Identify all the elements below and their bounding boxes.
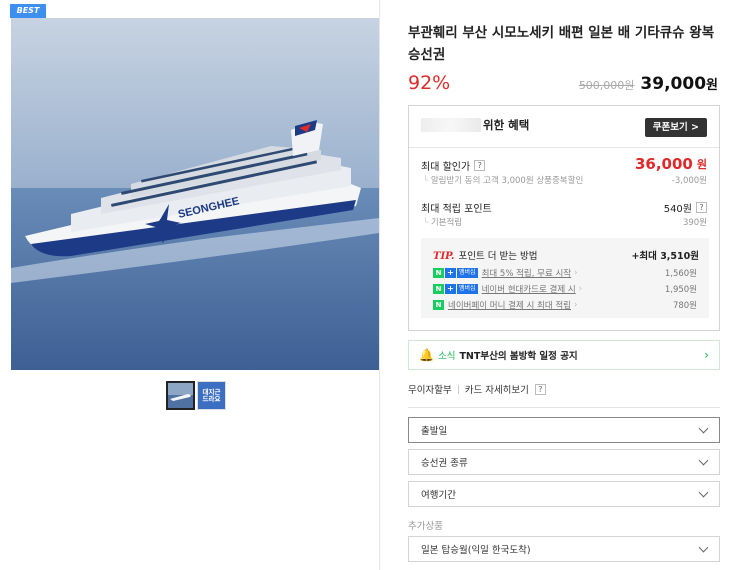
plus-icon: + — [445, 268, 456, 278]
addon-label: 추가상품 — [408, 521, 443, 532]
chevron-down-icon — [698, 423, 709, 433]
max-discount-unit: 원 — [696, 158, 707, 171]
thumbnail-banner[interactable]: 대지근 드라요 — [197, 381, 226, 410]
max-points-label-text: 최대 적립 포인트 — [421, 204, 492, 215]
price-row: 500,000원 39,000원 — [579, 74, 718, 94]
base-points-subvalue: 390원 — [682, 218, 707, 228]
sale-price-unit: 원 — [706, 78, 718, 93]
benefit-header: 위한 혜택 — [421, 117, 529, 133]
max-discount-value-row: 36,000 원 — [635, 155, 707, 173]
tip-box: TIP. 포인트 더 받는 방법 +최대 3,510원 N + 멤버십 최대 5… — [421, 238, 709, 318]
naver-icon: N — [433, 268, 444, 278]
help-icon[interactable]: ? — [474, 160, 486, 171]
payment-info-row: 무이자할부 카드 자세히보기 ? — [408, 382, 546, 396]
divider — [409, 147, 719, 148]
base-points-sub: 기본적립 — [423, 216, 462, 228]
travel-period-label: 여행기간 — [421, 490, 456, 501]
card-detail-link[interactable]: 카드 자세히보기 — [465, 382, 529, 396]
travel-period-select[interactable]: 여행기간 — [408, 481, 720, 507]
membership-badge: 멤버십 — [457, 268, 478, 278]
sale-price-value: 39,000 — [640, 74, 707, 94]
store-notice-bar[interactable]: 🔔 소식 TNT부산의 봄방학 일정 공지 › — [408, 340, 720, 370]
installment-text: 무이자할부 — [408, 385, 452, 396]
tip-title: TIP. 포인트 더 받는 방법 — [433, 248, 537, 262]
max-points-value-row: 540원 ? — [664, 200, 707, 215]
thumbnail-banner-text: 대지근 드라요 — [202, 387, 221, 403]
tip-value: 780원 — [672, 301, 697, 311]
tip-text: 네이버페이 머니 결제 시 최대 적립 — [448, 301, 571, 311]
tip-text: 네이버 현대카드로 결제 시 — [481, 285, 576, 295]
tip-max-points: +최대 3,510원 — [631, 251, 699, 262]
benefit-header-text: 위한 혜택 — [483, 118, 530, 132]
max-points-label: 최대 적립 포인트 — [421, 200, 492, 215]
redacted-username — [421, 118, 481, 132]
addon-select-label: 일본 탑승월(익일 한국도착) — [421, 545, 531, 556]
tip-title-text: 포인트 더 받는 방법 — [458, 251, 538, 262]
departure-date-select[interactable]: 출발일 — [408, 417, 720, 443]
product-gallery: SEONGHEE BEST 대지근 드라요 — [0, 0, 390, 570]
ticket-type-select[interactable]: 승선권 종류 — [408, 449, 720, 475]
original-price: 500,000원 — [578, 79, 635, 92]
chevron-right-icon: › — [574, 300, 578, 310]
ferry-photo: SEONGHEE — [11, 18, 379, 370]
membership-badge: 멤버십 — [457, 284, 478, 294]
tip-value: 1,560원 — [664, 269, 697, 279]
discount-rate: 92% — [408, 72, 451, 94]
tip-row-card[interactable]: N + 멤버십 네이버 현대카드로 결제 시 › 1,950원 — [433, 282, 697, 296]
divider — [408, 407, 720, 408]
tip-value: 1,950원 — [664, 285, 697, 295]
notice-text: TNT부산의 봄방학 일정 공지 — [459, 351, 578, 362]
help-icon[interactable]: ? — [696, 202, 707, 213]
best-badge: BEST — [10, 4, 46, 18]
help-icon[interactable]: ? — [534, 383, 546, 395]
product-title: 부관훼리 부산 시모노세키 배편 일본 배 기타큐슈 왕복승선권 — [408, 25, 715, 63]
notice-label: 소식 — [437, 351, 456, 362]
tip-row-npay-money[interactable]: N 네이버페이 머니 결제 시 최대 적립 › 780원 — [433, 298, 697, 312]
tip-row-membership[interactable]: N + 멤버십 최대 5% 적립, 무료 시작 › 1,560원 — [433, 266, 697, 280]
max-discount-subvalue: -3,000원 — [671, 176, 707, 186]
naver-icon: N — [433, 284, 444, 294]
chevron-right-icon: › — [574, 268, 578, 278]
column-divider — [379, 0, 380, 570]
departure-date-label: 출발일 — [421, 426, 448, 437]
divider — [457, 384, 459, 394]
max-discount-price: 36,000 — [634, 155, 693, 173]
chevron-down-icon — [698, 542, 709, 552]
chevron-down-icon — [698, 487, 709, 497]
ticket-type-label: 승선권 종류 — [421, 458, 468, 469]
max-discount-label-row: 최대 할인가 ? — [421, 158, 486, 173]
thumbnail-list: 대지근 드라요 — [166, 381, 226, 410]
benefit-box: 위한 혜택 쿠폰보기 > 최대 할인가 ? 36,000원 알림받기 동의 고객… — [408, 105, 720, 331]
plus-icon: + — [445, 284, 456, 294]
coupon-view-button[interactable]: 쿠폰보기 > — [644, 118, 707, 137]
chevron-right-icon: › — [578, 284, 583, 294]
addon-select[interactable]: 일본 탑승월(익일 한국도착) — [408, 536, 720, 562]
thumbnail-ferry[interactable] — [166, 381, 195, 410]
naver-pay-icon: N — [433, 300, 444, 310]
tip-word: TIP. — [433, 251, 455, 262]
max-points-value: 540원 — [663, 204, 692, 215]
product-main-image[interactable]: SEONGHEE — [11, 18, 379, 370]
chevron-down-icon — [698, 455, 709, 465]
bell-icon: 🔔 — [419, 348, 434, 362]
sale-price: 39,000원 — [640, 74, 718, 94]
max-discount-label: 최대 할인가 — [421, 162, 471, 173]
max-discount-sub: 알림받기 동의 고객 3,000원 상품중복할인 — [423, 174, 583, 186]
tip-text: 최대 5% 적립, 무료 시작 — [481, 269, 572, 279]
chevron-right-icon: › — [704, 348, 709, 362]
